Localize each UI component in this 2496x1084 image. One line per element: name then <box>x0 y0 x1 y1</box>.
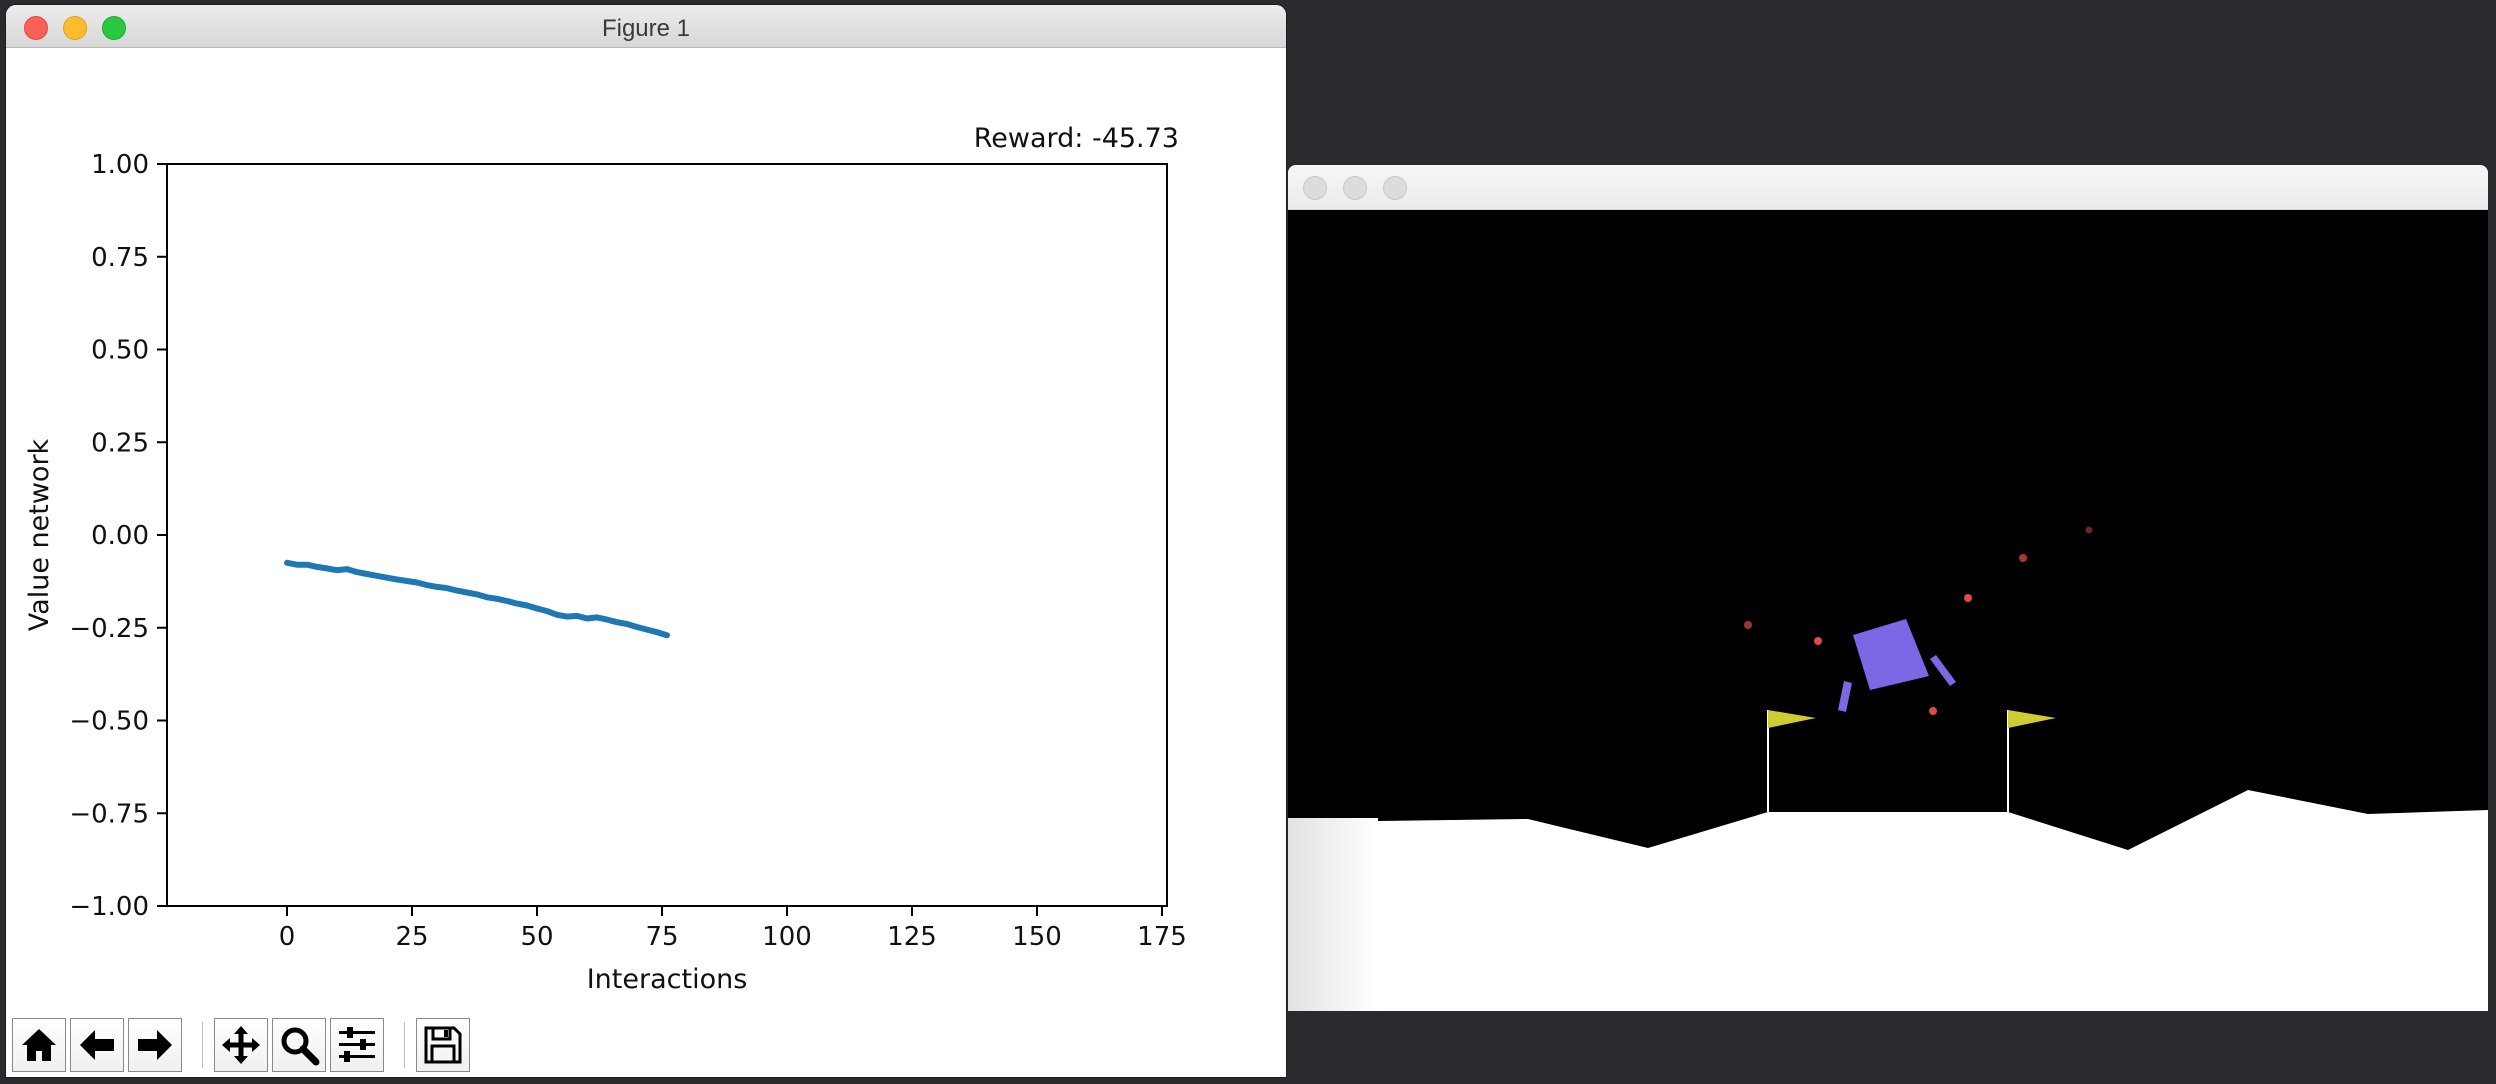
lunar-lander-window <box>1288 165 2488 1011</box>
y-tick-label: 1.00 <box>91 150 149 180</box>
home-icon <box>22 1029 56 1061</box>
particle <box>2019 554 2027 562</box>
pan-button[interactable] <box>214 1018 268 1072</box>
game-canvas <box>1288 210 2488 1011</box>
terrain-shadow <box>1288 818 1378 1011</box>
back-button[interactable] <box>70 1018 124 1072</box>
y-tick-label: 0.50 <box>91 336 149 366</box>
x-axis-label: Interactions <box>587 964 748 995</box>
terrain <box>1288 790 2488 1011</box>
home-button[interactable] <box>12 1018 66 1072</box>
window-maximize-button[interactable] <box>1383 176 1407 200</box>
x-tick-label: 50 <box>520 922 553 952</box>
y-tick-label: 0.00 <box>91 521 149 551</box>
value-network-chart: 1.00 0.75 0.50 0.25 0.00 −0.25 −0.50 −0.75 −1.00… <box>6 48 1286 1008</box>
navigation-toolbar <box>6 1010 1286 1077</box>
move-icon <box>222 1026 260 1064</box>
y-tick-label: 0.75 <box>91 243 149 273</box>
figure-titlebar[interactable]: Figure 1 <box>6 5 1286 48</box>
figure-window: Figure 1 1.00 0.75 0.50 0.25 0.00 −0.25 −0.50 −… <box>6 5 1286 1077</box>
chart-title: Reward: -45.73 <box>974 123 1179 154</box>
y-tick-label: −1.00 <box>69 892 149 922</box>
arrow-right-icon <box>138 1030 172 1060</box>
window-title: Figure 1 <box>601 15 691 42</box>
particle <box>1814 637 1822 645</box>
plot-area: 1.00 0.75 0.50 0.25 0.00 −0.25 −0.50 −0.75 −1.00… <box>6 48 1286 1008</box>
y-axis-label: Value network <box>24 438 55 631</box>
y-tick-label: 0.25 <box>91 428 149 458</box>
save-figure-button[interactable] <box>416 1018 470 1072</box>
zoom-button[interactable] <box>272 1018 326 1072</box>
lunar-lander-scene <box>1288 210 2488 1011</box>
floppy-disk-icon <box>424 1026 462 1064</box>
sliders-icon <box>339 1027 375 1062</box>
magnifier-icon <box>281 1027 320 1066</box>
x-tick-label: 125 <box>887 922 937 952</box>
x-tick-label: 175 <box>1137 922 1187 952</box>
window-minimize-button[interactable] <box>1343 176 1367 200</box>
game-titlebar[interactable] <box>1288 165 2488 210</box>
y-tick-label: −0.75 <box>69 799 149 829</box>
particle <box>1964 594 1972 602</box>
configure-subplots-button[interactable] <box>330 1018 384 1072</box>
y-tick-label: −0.50 <box>69 707 149 737</box>
window-close-button[interactable] <box>1303 176 1327 200</box>
x-tick-label: 75 <box>645 922 678 952</box>
particle <box>1744 621 1752 629</box>
y-tick-label: −0.25 <box>69 614 149 644</box>
forward-button[interactable] <box>128 1018 182 1072</box>
x-tick-label: 25 <box>395 922 428 952</box>
particle <box>1929 707 1937 715</box>
x-tick-label: 0 <box>279 922 296 952</box>
x-tick-label: 150 <box>1012 922 1062 952</box>
x-tick-label: 100 <box>762 922 812 952</box>
particle <box>2085 526 2093 534</box>
arrow-left-icon <box>80 1030 114 1060</box>
